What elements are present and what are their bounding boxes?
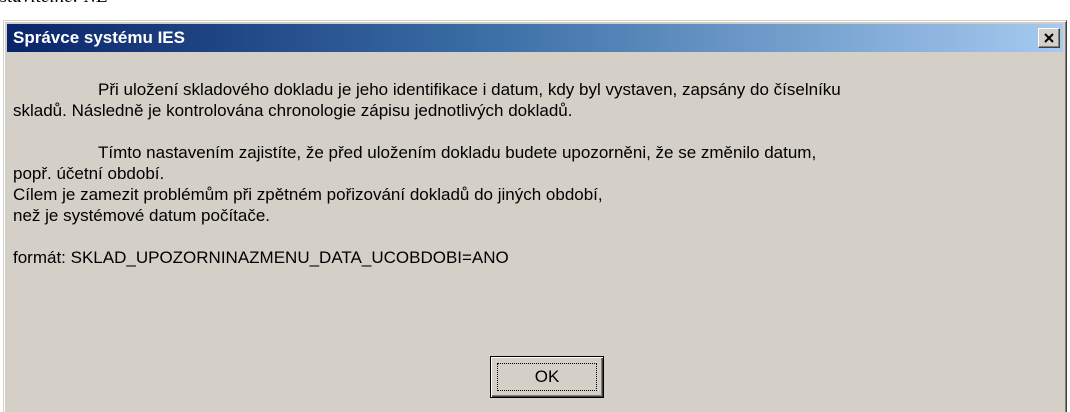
close-button[interactable]: [1038, 28, 1060, 48]
message-para1-line2: skladů. Následně je kontrolována chronol…: [13, 101, 573, 120]
message-para2-line1: Tímto nastavením zajistíte, že před ulož…: [98, 143, 817, 162]
dialog-message: Při uložení skladového dokladu je jeho i…: [13, 79, 1053, 268]
message-para2-line2: popř. účetní období.: [13, 164, 165, 183]
message-dialog: Správce systému IES Při uložení skladové…: [3, 20, 1067, 412]
message-para2-line3: Cílem je zamezit problémům při zpětném p…: [13, 185, 603, 204]
message-para2-line4: než je systémové datum počítače.: [13, 206, 271, 225]
close-icon: [1044, 33, 1054, 43]
title-bar[interactable]: Správce systému IES: [7, 24, 1063, 52]
dialog-title: Správce systému IES: [13, 28, 185, 47]
background-text: stavitelné: NE: [0, 0, 108, 8]
format-line: formát: SKLAD_UPOZORNINAZMENU_DATA_UCOBD…: [13, 248, 509, 267]
message-para1-line1: Při uložení skladového dokladu je jeho i…: [98, 80, 841, 99]
ok-button[interactable]: OK: [490, 356, 604, 398]
ok-button-label: OK: [534, 367, 560, 386]
